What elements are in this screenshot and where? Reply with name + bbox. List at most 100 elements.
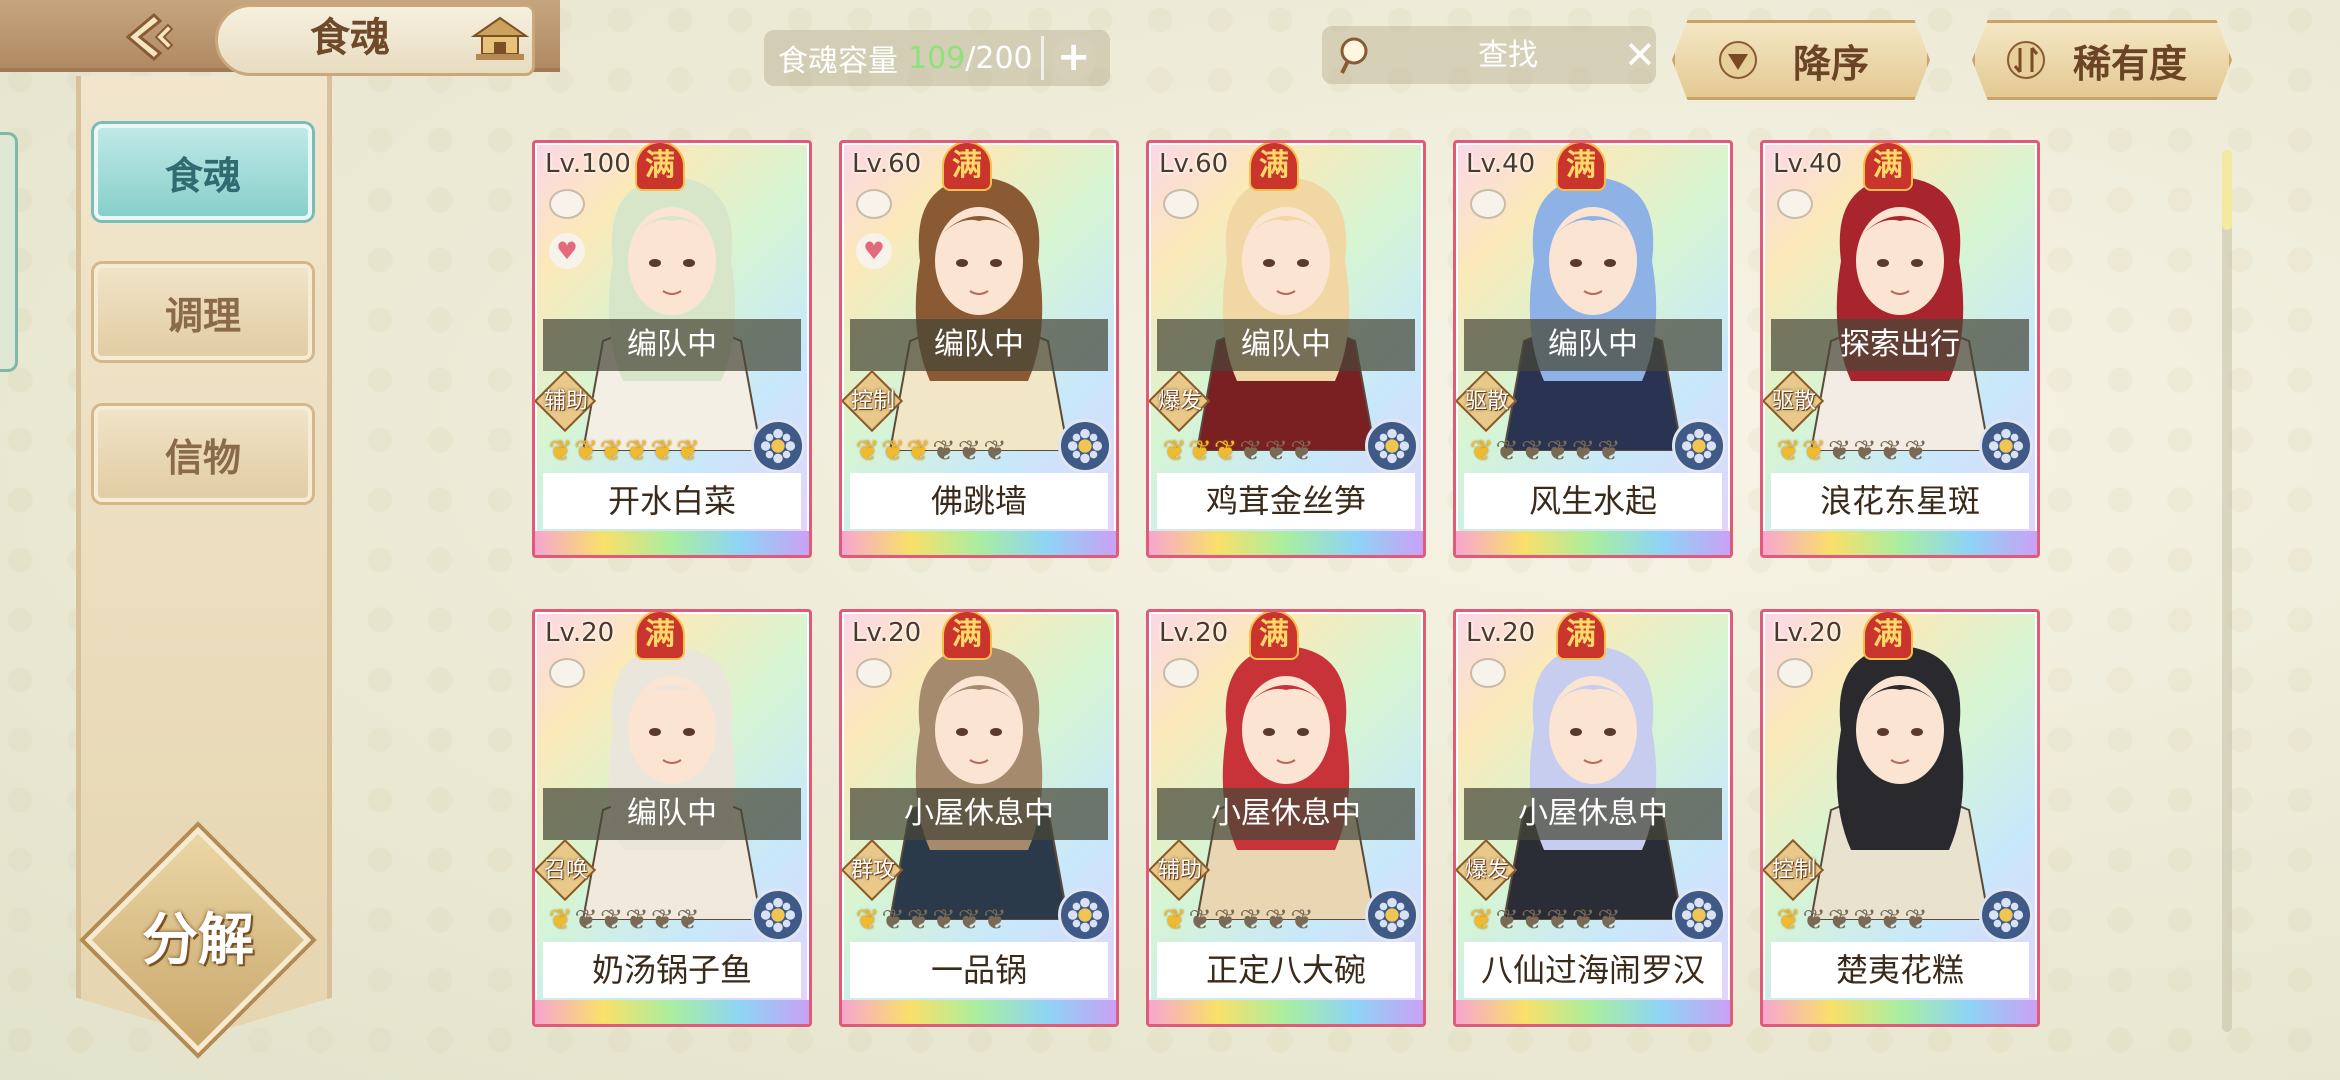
flame-icon: ❦ — [599, 434, 624, 467]
level-label: Lv.60 — [1159, 149, 1229, 179]
flame-icon: ❦ — [1878, 434, 1903, 467]
role-label: 辅助 — [1157, 858, 1202, 883]
sidebar-item-conditioning[interactable]: 调理 — [94, 264, 312, 360]
scrollbar-thumb[interactable] — [2222, 150, 2232, 230]
food-soul-card[interactable]: Lv.40 满 探索出行 驱散 ❦ ❦ ❦ ❦ ❦ ❦ 浪花东星斑 — [1760, 140, 2040, 558]
role-badge: 辅助 — [535, 369, 597, 433]
flame-icon: ❦ — [881, 903, 905, 936]
scrollbar-track[interactable] — [2222, 150, 2232, 1032]
max-level-badge: 满 — [1558, 612, 1604, 658]
flame-icon: ❦ — [1495, 903, 1519, 936]
food-soul-card[interactable]: Lv.20 满 小屋休息中 爆发 ❦ ❦ ❦ ❦ ❦ ❦ 八仙过海闹罗汉 — [1453, 609, 1733, 1027]
flame-icon: ❦ — [1163, 434, 1187, 467]
food-soul-card[interactable]: Lv.100 满 ♥ 编队中 辅助 ❦ ❦ ❦ ❦ ❦ ❦ 开水白菜 — [532, 140, 812, 558]
flame-icon: ❦ — [574, 903, 598, 936]
element-emblem-icon — [1058, 419, 1112, 473]
search-icon — [1340, 37, 1368, 74]
bowl-icon — [1470, 658, 1506, 688]
home-pavilion-icon[interactable] — [470, 14, 530, 64]
rarity-stripe — [842, 1000, 1116, 1024]
max-level-badge: 满 — [1865, 143, 1911, 189]
element-emblem-icon — [1979, 419, 2033, 473]
sidebar-item-tokens[interactable]: 信物 — [94, 406, 312, 502]
food-soul-card[interactable]: Lv.40 满 编队中 驱散 ❦ ❦ ❦ ❦ ❦ ❦ 风生水起 — [1453, 140, 1733, 558]
rank-flames: ❦ ❦ ❦ ❦ ❦ ❦ — [1163, 433, 1314, 469]
role-badge: 控制 — [1763, 838, 1825, 902]
rank-flames: ❦ ❦ ❦ ❦ ❦ ❦ — [856, 902, 1007, 938]
rank-flames: ❦ ❦ ❦ ❦ ❦ ❦ — [1163, 902, 1314, 938]
food-soul-card[interactable]: Lv.60 满 ♥ 编队中 控制 ❦ ❦ ❦ ❦ ❦ ❦ 佛跳墙 — [839, 140, 1119, 558]
max-level-badge: 满 — [944, 143, 990, 189]
flame-icon: ❦ — [957, 434, 982, 467]
max-level-badge: 满 — [1558, 143, 1604, 189]
flame-icon: ❦ — [1546, 903, 1570, 936]
role-badge: 辅助 — [1149, 838, 1211, 902]
level-label: Lv.20 — [545, 618, 615, 648]
bowl-icon — [1470, 189, 1506, 219]
flame-icon: ❦ — [1520, 903, 1545, 936]
role-label: 爆发 — [1464, 858, 1509, 883]
flame-icon: ❦ — [1470, 903, 1494, 936]
flame-icon: ❦ — [1188, 434, 1212, 467]
sort-order-label: 降序 — [1793, 40, 1870, 86]
flame-icon: ❦ — [1264, 434, 1289, 467]
flame-icon: ❦ — [1571, 903, 1596, 936]
status-banner: 编队中 — [543, 319, 801, 371]
left-edge-tab[interactable] — [0, 132, 18, 372]
decompose-label[interactable]: 分解 — [118, 900, 278, 980]
food-soul-card[interactable]: Lv.20 满 控制 ❦ ❦ ❦ ❦ ❦ ❦ 楚夷花糕 — [1760, 609, 2040, 1027]
rank-flames: ❦ ❦ ❦ ❦ ❦ ❦ — [1470, 433, 1621, 469]
flame-icon: ❦ — [1827, 434, 1852, 467]
flame-icon: ❦ — [1853, 434, 1877, 467]
flame-icon: ❦ — [1188, 903, 1212, 936]
rank-flames: ❦ ❦ ❦ ❦ ❦ ❦ — [549, 433, 700, 469]
sort-order-button[interactable]: 降序 — [1672, 20, 1930, 100]
food-soul-card[interactable]: Lv.20 满 小屋休息中 辅助 ❦ ❦ ❦ ❦ ❦ ❦ 正定八大碗 — [1146, 609, 1426, 1027]
clear-search-icon[interactable]: ✕ — [1624, 35, 1656, 75]
role-badge: 爆发 — [1149, 369, 1211, 433]
level-label: Lv.20 — [1773, 618, 1843, 648]
flame-icon: ❦ — [1904, 903, 1928, 936]
element-emblem-icon — [751, 888, 805, 942]
food-soul-name: 鸡茸金丝笋 — [1157, 473, 1415, 529]
back-arrow-icon — [125, 12, 174, 62]
flame-icon: ❦ — [1904, 434, 1928, 467]
flame-icon: ❦ — [1239, 434, 1263, 467]
flame-icon: ❦ — [574, 434, 598, 467]
element-emblem-icon — [751, 419, 805, 473]
sidebar-item-food-souls[interactable]: 食魂 — [94, 124, 312, 220]
sort-by-button[interactable]: 稀有度 — [1972, 20, 2232, 100]
flame-icon: ❦ — [1597, 903, 1621, 936]
food-soul-card[interactable]: Lv.20 满 编队中 召唤 ❦ ❦ ❦ ❦ ❦ ❦ 奶汤锅子鱼 — [532, 609, 812, 1027]
level-label: Lv.40 — [1466, 149, 1536, 179]
flame-icon: ❦ — [932, 903, 956, 936]
bowl-icon — [1777, 189, 1813, 219]
flame-icon: ❦ — [1777, 903, 1801, 936]
status-banner: 编队中 — [1157, 319, 1415, 371]
role-badge: 驱散 — [1763, 369, 1825, 433]
search-input[interactable] — [1408, 37, 1608, 73]
role-label: 群攻 — [850, 858, 895, 883]
search-box[interactable]: ✕ — [1322, 26, 1656, 84]
max-level-badge: 满 — [637, 143, 683, 189]
flame-icon: ❦ — [599, 903, 624, 936]
food-soul-name: 八仙过海闹罗汉 — [1464, 942, 1722, 998]
flame-icon: ❦ — [650, 434, 675, 467]
add-capacity-button[interactable]: + — [1051, 36, 1096, 80]
flame-icon: ❦ — [881, 434, 905, 467]
sort-by-label: 稀有度 — [2073, 40, 2188, 86]
bowl-icon — [549, 658, 585, 688]
food-soul-card[interactable]: Lv.60 满 编队中 爆发 ❦ ❦ ❦ ❦ ❦ ❦ 鸡茸金丝笋 — [1146, 140, 1426, 558]
flame-icon: ❦ — [1213, 434, 1238, 467]
max-level-badge: 满 — [1251, 143, 1297, 189]
flame-icon: ❦ — [1520, 434, 1545, 467]
food-soul-card[interactable]: Lv.20 满 小屋休息中 群攻 ❦ ❦ ❦ ❦ ❦ ❦ 一品锅 — [839, 609, 1119, 1027]
heart-icon: ♥ — [549, 233, 585, 269]
rarity-stripe — [1149, 531, 1423, 555]
flame-icon: ❦ — [1213, 903, 1238, 936]
rank-flames: ❦ ❦ ❦ ❦ ❦ ❦ — [1777, 433, 1928, 469]
flame-icon: ❦ — [906, 434, 931, 467]
flame-icon: ❦ — [1290, 903, 1314, 936]
flame-icon: ❦ — [1495, 434, 1519, 467]
back-button[interactable] — [100, 6, 200, 68]
